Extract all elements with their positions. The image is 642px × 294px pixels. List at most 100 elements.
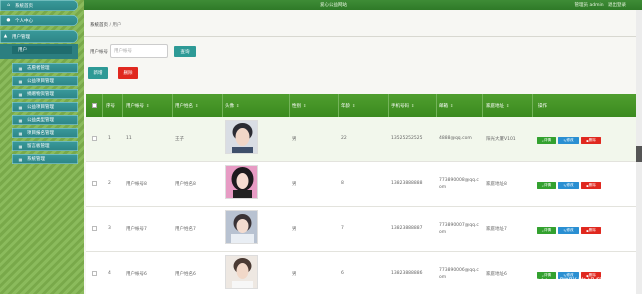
scrollbar-thumb[interactable]: [636, 146, 642, 162]
add-button[interactable]: 新增: [88, 67, 108, 79]
column-header-account[interactable]: 用户帐号 ⇕: [126, 103, 149, 109]
cell-email: 773890008@qq.com: [439, 178, 479, 190]
detail-button[interactable]: ⌕ 详情: [537, 137, 556, 144]
cell-phone: 13823888888: [391, 181, 423, 186]
detail-button[interactable]: ⌕ 详情: [537, 182, 556, 189]
edit-button[interactable]: ✎ 修改: [558, 182, 579, 189]
row-checkbox[interactable]: [92, 226, 97, 231]
sidebar-item-project-2[interactable]: ▦ 公益项目管理: [12, 102, 78, 112]
home-icon: ⌂: [7, 3, 10, 8]
cell-phone: 13525252525: [391, 136, 423, 141]
cell-age: 8: [341, 181, 344, 186]
avatar[interactable]: [225, 165, 258, 199]
column-header-actions: 操作: [538, 104, 547, 109]
cell-email: 773890007@qq.com: [439, 223, 479, 235]
sidebar-item-home[interactable]: ⌂ 系统首页: [0, 0, 78, 11]
edit-button[interactable]: ✎ 修改: [558, 227, 579, 234]
column-header-email[interactable]: 邮箱 ⇕: [439, 103, 453, 109]
sort-icon[interactable]: ⇕: [236, 103, 239, 108]
divider: [84, 36, 636, 37]
avatar[interactable]: [225, 255, 258, 289]
column-header-age[interactable]: 年龄 ⇕: [341, 103, 355, 109]
cell-phone: 13823888887: [391, 226, 423, 231]
sidebar-subitem-label: 用户: [18, 48, 27, 53]
sidebar-item-label: 公益项目管理: [27, 79, 54, 84]
sidebar-item-type[interactable]: ▦ 公益类型管理: [12, 115, 78, 125]
row-checkbox[interactable]: [92, 271, 97, 276]
detail-button[interactable]: ⌕ 详情: [537, 227, 556, 234]
cell-gender: 男: [292, 227, 297, 232]
column-header-phone[interactable]: 手机号码 ⇕: [391, 103, 414, 109]
row-checkbox[interactable]: [92, 136, 97, 141]
select-all-checkbox[interactable]: [92, 103, 97, 108]
delete-button[interactable]: ▪ 删除: [581, 137, 601, 144]
row-checkbox[interactable]: [92, 181, 97, 186]
sidebar: ⌂ 系统首页 ● 个人中心 ▲ 用户管理 用户 ▦ 志愿者管理 ▦ 公益项目管理…: [0, 0, 78, 167]
grid-icon: ▦: [18, 143, 23, 149]
cell-address: 家庭地址8: [486, 182, 507, 187]
sort-icon[interactable]: ⇕: [450, 103, 453, 108]
sidebar-item-profile[interactable]: ● 个人中心: [0, 15, 78, 26]
sort-icon[interactable]: ⇕: [146, 103, 149, 108]
cell-index: 3: [108, 226, 111, 231]
batch-delete-button[interactable]: 删除: [118, 67, 138, 79]
sidebar-item-label: 项目报名管理: [27, 131, 54, 136]
sidebar-item-message[interactable]: ▦ 留言板管理: [12, 141, 78, 151]
cell-index: 2: [108, 181, 111, 186]
sidebar-subitem-user[interactable]: 用户: [12, 46, 72, 54]
search-input[interactable]: [110, 44, 168, 58]
sidebar-item-volunteer[interactable]: ▦ 志愿者管理: [12, 63, 78, 73]
sidebar-item-label: 捐赠物资管理: [27, 92, 54, 97]
cell-name: 王子: [175, 137, 184, 142]
cell-address: 阳光大厦V101: [486, 137, 516, 142]
sort-icon[interactable]: ⇕: [303, 103, 306, 108]
sort-icon[interactable]: ⇕: [352, 103, 355, 108]
sidebar-item-label: 留言板管理: [27, 144, 50, 149]
cell-age: 22: [341, 136, 347, 141]
cell-gender: 男: [292, 182, 297, 187]
cell-age: 7: [341, 226, 344, 231]
column-header-avatar[interactable]: 头像 ⇕: [225, 103, 239, 109]
grid-icon: ▦: [18, 91, 23, 97]
breadcrumb-separator: /: [109, 23, 111, 28]
sort-icon[interactable]: ⇕: [195, 103, 198, 108]
table-row: 1 11 王子 男 22 13525252525 4888@qq.com 阳光大…: [86, 117, 636, 162]
column-header-index: 序号: [106, 104, 115, 109]
current-user: 管理员 admin: [574, 3, 604, 8]
cell-index: 4: [108, 271, 111, 276]
users-icon: ▲: [3, 34, 8, 39]
search-button[interactable]: 查询: [174, 46, 196, 57]
cell-email: 4888@qq.com: [439, 136, 472, 141]
user-table: 序号 用户帐号 ⇕ 用户姓名 ⇕ 头像 ⇕ 性别 ⇕ 年龄 ⇕ 手机号码 ⇕ 邮箱 ⇕ 家庭地…: [86, 94, 636, 294]
table-header: 序号 用户帐号 ⇕ 用户姓名 ⇕ 头像 ⇕ 性别 ⇕ 年龄 ⇕ 手机号码 ⇕ 邮箱 ⇕ 家庭地…: [86, 94, 636, 117]
avatar[interactable]: [225, 120, 258, 154]
sort-icon[interactable]: ⇕: [506, 103, 509, 108]
column-header-gender[interactable]: 性别 ⇕: [292, 103, 306, 109]
column-header-name[interactable]: 用户姓名 ⇕: [175, 103, 198, 109]
delete-button[interactable]: ▪ 删除: [581, 182, 601, 189]
sort-icon[interactable]: ⇕: [411, 103, 414, 108]
cell-account: 11: [126, 136, 132, 141]
sidebar-item-user-management[interactable]: ▲ 用户管理: [0, 30, 78, 43]
cell-email: 773890006@qq.com: [439, 268, 479, 280]
column-header-address[interactable]: 家庭地址 ⇕: [486, 103, 509, 109]
logout-link[interactable]: 退出登录: [608, 3, 626, 8]
main-panel: 系统首页 / 用户 用户帐号 查询 新增 删除 序号 用户帐号⇕ 用户姓名⇕ 头…: [84, 10, 636, 294]
delete-button[interactable]: ▪ 删除: [581, 227, 601, 234]
column-separator: [338, 94, 339, 117]
cell-name: 用户姓名7: [175, 227, 196, 232]
sidebar-item-project[interactable]: ▦ 公益项目管理: [12, 76, 78, 86]
sidebar-item-label: 公益项目管理: [27, 105, 54, 110]
cell-address: 家庭地址7: [486, 227, 507, 232]
avatar[interactable]: [225, 210, 258, 244]
edit-button[interactable]: ✎ 修改: [558, 137, 579, 144]
sidebar-item-label: 志愿者管理: [27, 66, 50, 71]
sidebar-item-label: 系统管理: [27, 157, 45, 162]
sidebar-item-system[interactable]: ▦ 系统管理: [12, 154, 78, 164]
sidebar-item-donation[interactable]: ▦ 捐赠物资管理: [12, 89, 78, 99]
column-separator: [289, 94, 290, 117]
breadcrumb-home[interactable]: 系统首页: [90, 23, 108, 28]
sidebar-item-signup[interactable]: ▦ 项目报名管理: [12, 128, 78, 138]
grid-icon: ▦: [18, 65, 23, 71]
column-separator: [122, 94, 123, 117]
